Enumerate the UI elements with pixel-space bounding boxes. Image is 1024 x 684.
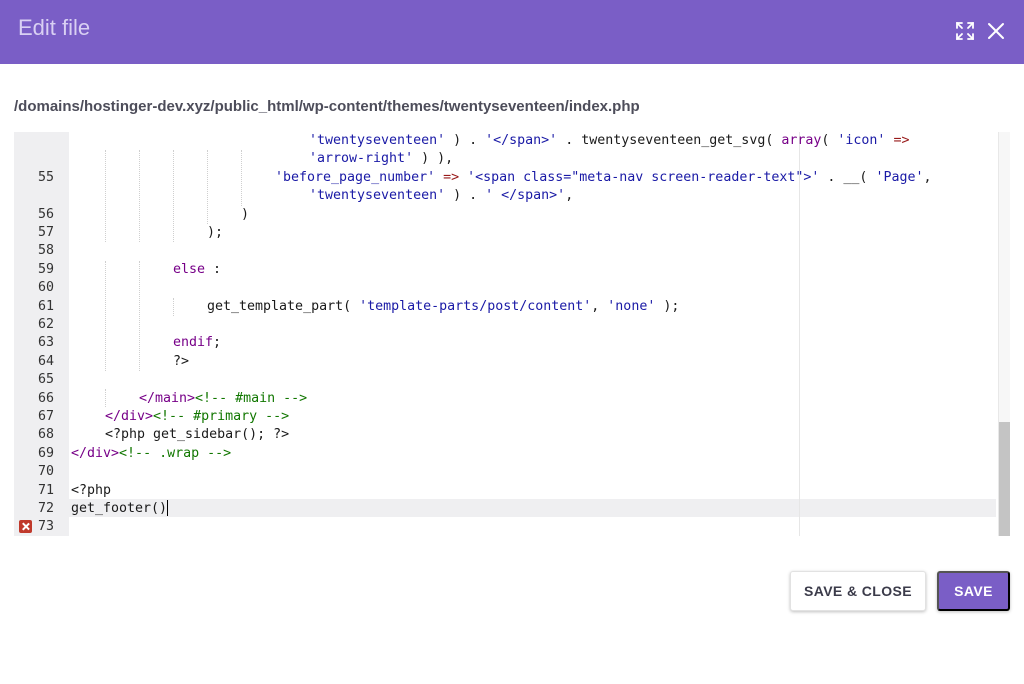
string-token: 'before_page_number' — [275, 169, 436, 185]
line-number: 69 — [37, 445, 54, 461]
code-token: get_template_part( — [207, 298, 360, 314]
string-token: 'template-parts/post/content' — [359, 298, 592, 314]
indent-guide — [105, 261, 106, 371]
string-token: 'none' — [607, 298, 656, 314]
string-token: 'twentyseventeen' — [309, 188, 446, 204]
string-token: 'twentyseventeen' — [309, 133, 446, 148]
code-line: 'twentyseventeen' ) . ' </span>', — [309, 187, 573, 205]
code-line: </main><!-- #main --> — [139, 390, 307, 408]
code-token: , — [591, 298, 608, 314]
comment-token: <!-- .wrap --> — [119, 445, 232, 461]
code-area[interactable]: 'twentyseventeen' ) . '</span>' . twenty… — [69, 132, 996, 536]
save-and-close-button[interactable]: SAVE & CLOSE — [790, 571, 926, 611]
operator-token: => — [885, 133, 910, 148]
code-line: 'twentyseventeen' ) . '</span>' . twenty… — [309, 132, 909, 150]
line-number: 58 — [37, 243, 54, 259]
code-line: 'before_page_number' => '<span class="me… — [275, 169, 932, 187]
tag-token: </main> — [139, 390, 196, 406]
line-number: 61 — [37, 298, 54, 314]
code-line: ) — [241, 206, 250, 222]
indent-guide — [105, 150, 106, 242]
code-token: ) . — [445, 133, 486, 148]
keyword-token: array — [781, 133, 822, 148]
code-token: . twentyseventeen_get_svg( — [557, 133, 782, 148]
line-number: 56 — [37, 206, 54, 222]
print-margin — [799, 132, 800, 536]
line-number: 66 — [37, 390, 54, 406]
code-token: ); — [655, 298, 680, 314]
error-icon[interactable] — [19, 520, 32, 533]
code-line: ); — [207, 225, 224, 240]
code-line: </div><!-- .wrap --> — [71, 445, 231, 463]
indent-guide — [207, 150, 208, 224]
expand-icon[interactable] — [954, 20, 976, 42]
code-token: ) ), — [413, 151, 454, 167]
comment-token: <!-- #primary --> — [153, 409, 290, 424]
close-icon[interactable] — [985, 20, 1007, 42]
indent-guide — [173, 150, 174, 242]
code-line: 'arrow-right' ) ), — [309, 150, 453, 168]
line-number: 55 — [37, 169, 54, 185]
code-token: ) . — [445, 188, 486, 204]
line-number: 71 — [37, 482, 54, 498]
tag-token: </div> — [71, 445, 120, 461]
code-editor[interactable]: 55 56 57 58 59 60 61 62 63 64 65 66 67 6… — [14, 132, 1010, 536]
line-number: 60 — [37, 280, 54, 296]
code-line: else : — [173, 261, 221, 279]
indent-guide — [105, 389, 106, 407]
line-number: 70 — [37, 464, 54, 480]
indent-guide — [139, 261, 140, 371]
string-token: 'icon' — [837, 133, 886, 148]
text-cursor — [167, 500, 169, 516]
code-line: <?php — [71, 482, 112, 498]
code-token: : — [205, 261, 222, 277]
line-number: 64 — [37, 353, 54, 369]
code-line: ?> — [173, 353, 190, 369]
line-number: 57 — [37, 225, 54, 240]
code-line: get_template_part( 'template-parts/post/… — [207, 298, 679, 316]
code-token: ( — [821, 133, 838, 148]
file-path: /domains/hostinger-dev.xyz/public_html/w… — [14, 98, 640, 115]
indent-guide — [139, 150, 140, 242]
line-number: 62 — [37, 317, 54, 332]
dialog-title: Edit file — [18, 15, 91, 40]
line-number: 67 — [37, 409, 54, 424]
comment-token: <!-- #main --> — [195, 390, 308, 406]
code-line: get_footer() — [71, 500, 169, 518]
line-number: 65 — [37, 372, 54, 388]
tag-token: </div> — [105, 409, 154, 424]
line-number: 59 — [37, 261, 54, 277]
code-token: , — [923, 169, 932, 185]
save-button[interactable]: SAVE — [937, 571, 1010, 611]
code-line: endif; — [173, 334, 221, 352]
indent-guide — [173, 298, 174, 316]
string-token: 'arrow-right' — [309, 151, 414, 167]
code-token: , — [565, 188, 574, 204]
line-number: 72 — [37, 501, 54, 516]
string-token: ' </span>' — [485, 188, 566, 204]
keyword-token: endif — [173, 335, 214, 351]
string-token: '<span class="meta-nav screen-reader-tex… — [467, 169, 820, 185]
line-number: 63 — [37, 335, 54, 351]
code-line: </div><!-- #primary --> — [105, 408, 289, 426]
code-token: ; — [213, 335, 222, 351]
line-number: 68 — [37, 427, 54, 443]
dialog-header: Edit file — [0, 0, 1024, 64]
code-line: <?php get_sidebar(); ?> — [105, 427, 290, 443]
indent-guide — [241, 150, 242, 206]
scrollbar-thumb[interactable] — [999, 422, 1010, 536]
operator-token: => — [435, 169, 468, 185]
string-token: '</span>' — [485, 133, 558, 148]
code-token: get_footer() — [71, 501, 168, 516]
string-token: 'Page' — [875, 169, 924, 185]
code-token: . __( — [819, 169, 876, 185]
keyword-token: else — [173, 261, 206, 277]
